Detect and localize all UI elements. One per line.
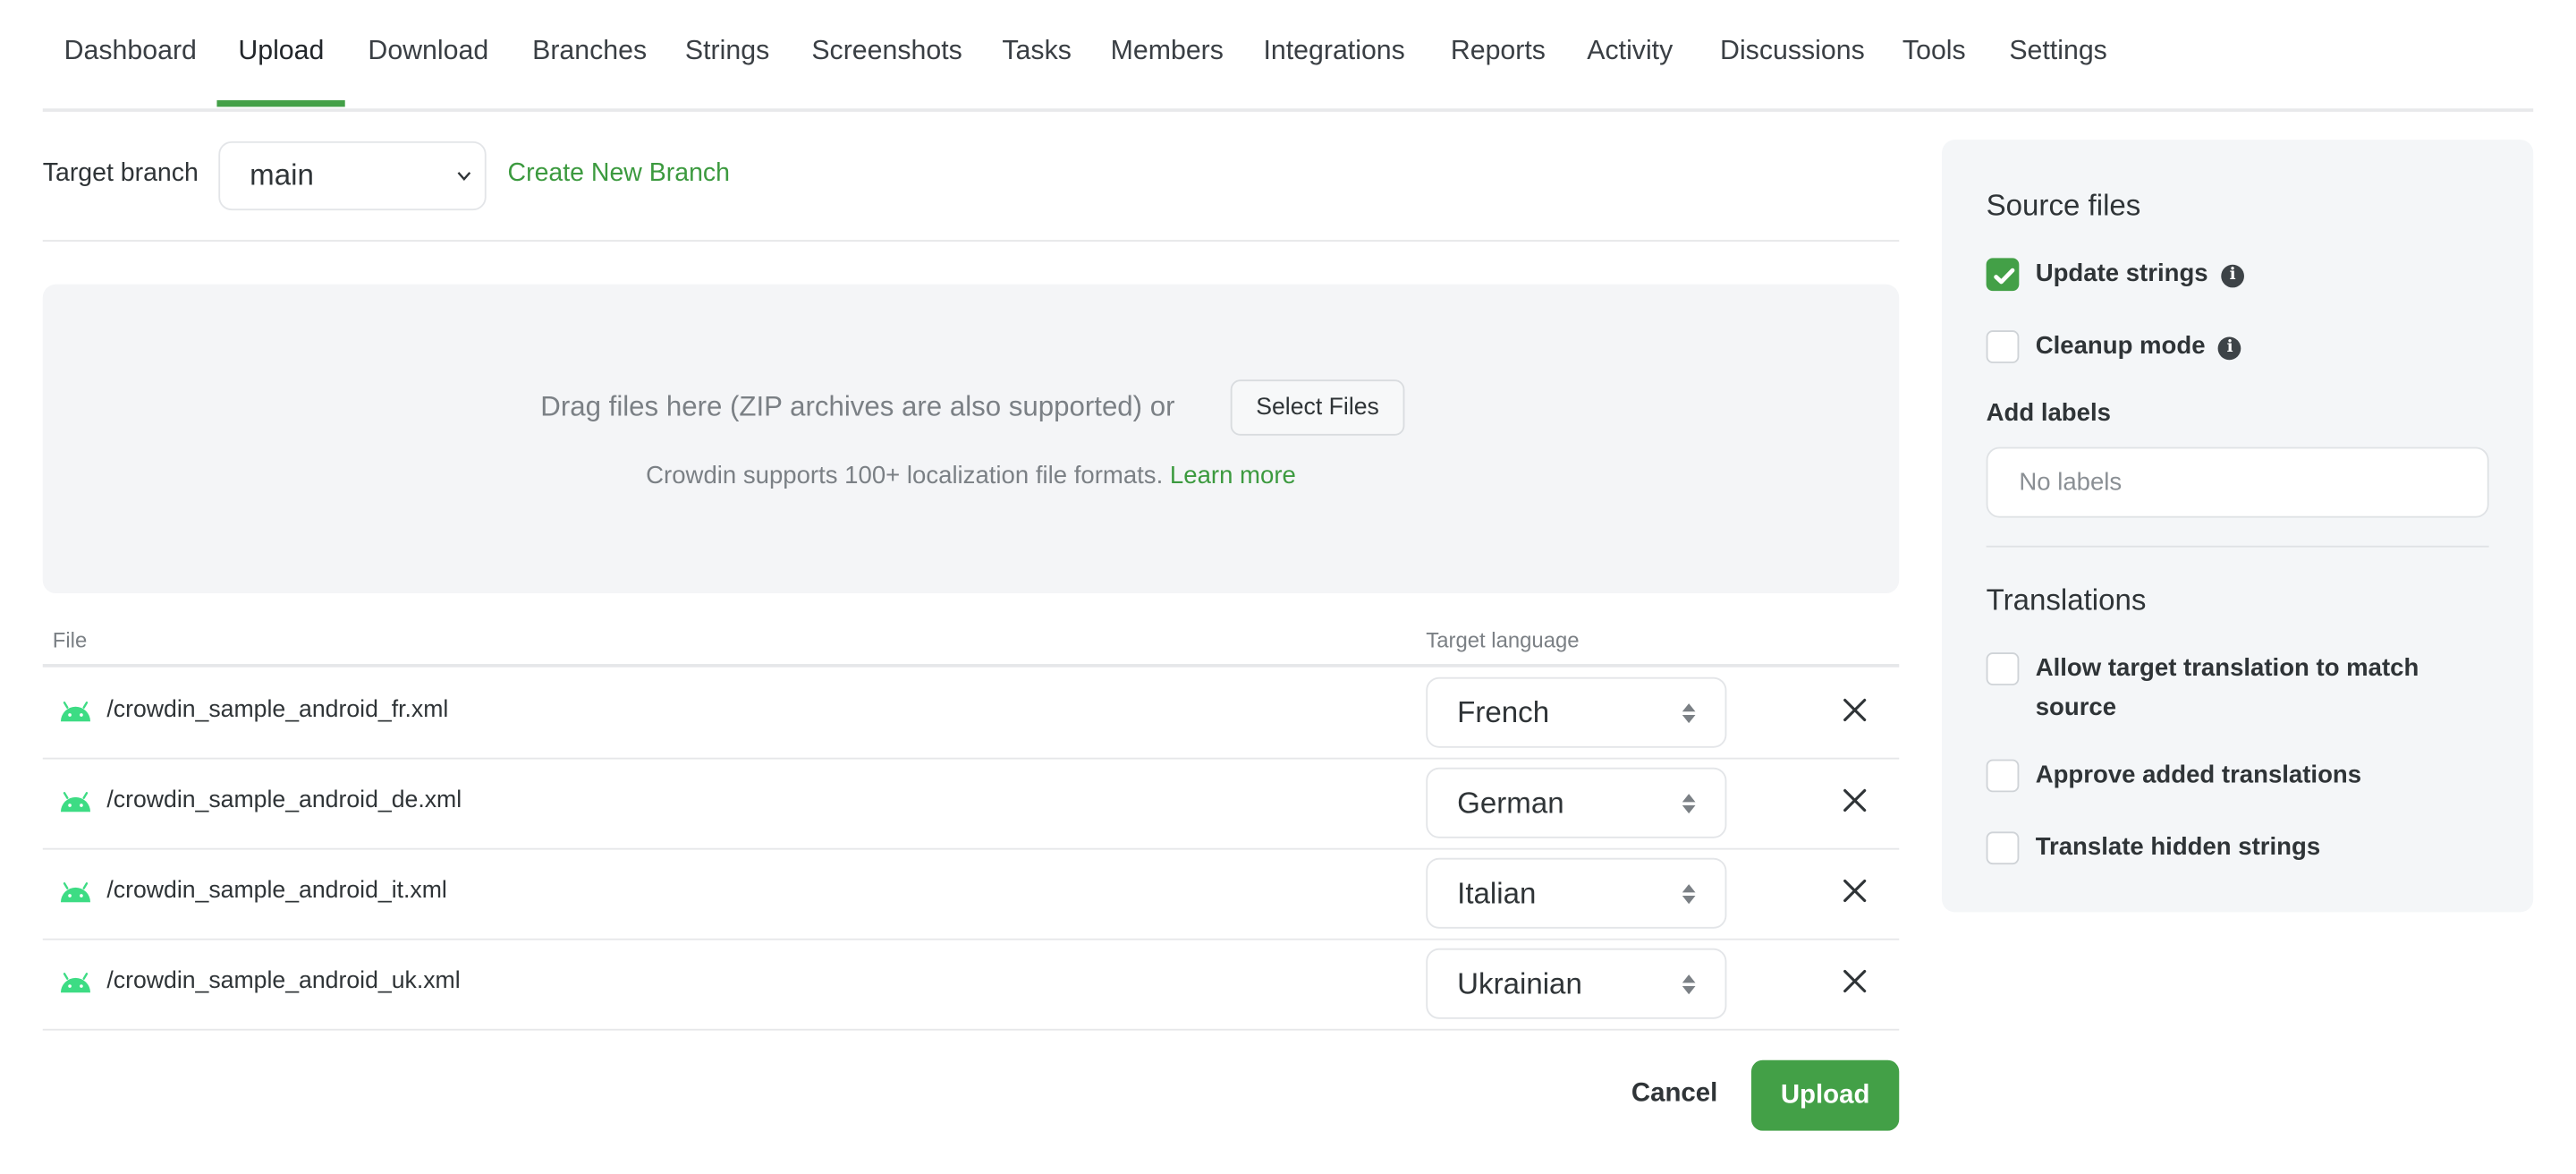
file-name: /crowdin_sample_android_uk.xml bbox=[106, 967, 461, 995]
tab-download[interactable]: Download bbox=[368, 36, 488, 67]
target-language-value: Italian bbox=[1457, 875, 1537, 909]
labels-input[interactable]: No labels bbox=[1986, 447, 2489, 518]
tab-tasks[interactable]: Tasks bbox=[1002, 36, 1071, 67]
tab-integrations[interactable]: Integrations bbox=[1263, 36, 1404, 67]
cleanup-mode-label: Cleanup mode i bbox=[2036, 328, 2241, 367]
chevron-down-icon bbox=[457, 172, 471, 182]
allow-match-checkbox[interactable] bbox=[1986, 652, 2020, 685]
tab-members[interactable]: Members bbox=[1111, 36, 1224, 67]
cleanup-mode-checkbox[interactable] bbox=[1986, 330, 2020, 363]
source-files-heading: Source files bbox=[1986, 189, 2141, 222]
info-icon[interactable]: i bbox=[2218, 336, 2241, 361]
remove-file-icon[interactable] bbox=[1840, 786, 1869, 815]
formats-text: Crowdin supports 100+ localization file … bbox=[646, 462, 1164, 490]
select-files-button[interactable]: Select Files bbox=[1230, 379, 1405, 436]
sort-arrows-icon bbox=[1682, 883, 1696, 904]
target-language-value: French bbox=[1457, 694, 1550, 728]
android-icon bbox=[60, 792, 91, 812]
tab-tools[interactable]: Tools bbox=[1902, 36, 1966, 67]
upload-options-panel: Source files Update strings i Cleanup mod… bbox=[1942, 140, 2534, 913]
dropzone-text: Drag files here (ZIP archives are also s… bbox=[540, 391, 1175, 423]
android-icon bbox=[60, 702, 91, 722]
sort-arrows-icon bbox=[1682, 702, 1696, 723]
labels-placeholder: No labels bbox=[2019, 468, 2123, 497]
target-language-select[interactable]: French bbox=[1426, 676, 1727, 748]
file-column-header: File bbox=[52, 627, 88, 653]
create-new-branch-link[interactable]: Create New Branch bbox=[508, 159, 730, 189]
target-language-select[interactable]: German bbox=[1426, 767, 1727, 838]
target-language-value: German bbox=[1457, 785, 1564, 819]
tab-discussions[interactable]: Discussions bbox=[1720, 36, 1865, 67]
sort-arrows-icon bbox=[1682, 793, 1696, 813]
sort-arrows-icon bbox=[1682, 974, 1696, 994]
translate-hidden-label: Translate hidden strings bbox=[2035, 833, 2321, 862]
translations-heading: Translations bbox=[1986, 583, 2147, 617]
file-row: /crowdin_sample_android_uk.xml Ukrainian bbox=[42, 939, 1900, 1031]
add-labels-heading: Add labels bbox=[1986, 399, 2111, 428]
tab-settings[interactable]: Settings bbox=[2009, 36, 2107, 67]
remove-file-icon[interactable] bbox=[1840, 695, 1869, 725]
file-name: /crowdin_sample_android_fr.xml bbox=[106, 696, 449, 724]
update-strings-label: Update strings i bbox=[2036, 255, 2245, 294]
translate-hidden-checkbox[interactable] bbox=[1986, 831, 2020, 865]
remove-file-icon[interactable] bbox=[1840, 876, 1869, 906]
divider bbox=[42, 240, 1900, 242]
tab-reports[interactable]: Reports bbox=[1451, 36, 1546, 67]
upload-button[interactable]: Upload bbox=[1750, 1059, 1900, 1131]
allow-match-label: Allow target translation to match source bbox=[2035, 654, 2419, 722]
target-language-select[interactable]: Italian bbox=[1426, 857, 1727, 929]
tab-upload[interactable]: Upload bbox=[238, 36, 324, 67]
target-language-select[interactable]: Ukrainian bbox=[1426, 948, 1727, 1019]
file-row: /crowdin_sample_android_fr.xml French bbox=[42, 668, 1900, 760]
project-nav: Dashboard Upload Download Branches Strin… bbox=[42, 0, 2534, 112]
android-icon bbox=[60, 882, 91, 903]
file-row: /crowdin_sample_android_de.xml German bbox=[42, 758, 1900, 850]
tab-screenshots[interactable]: Screenshots bbox=[811, 36, 962, 67]
remove-file-icon[interactable] bbox=[1840, 966, 1869, 996]
target-branch-value: main bbox=[250, 158, 314, 191]
file-name: /crowdin_sample_android_it.xml bbox=[106, 877, 447, 905]
approve-added-checkbox[interactable] bbox=[1986, 759, 2020, 793]
cancel-button[interactable]: Cancel bbox=[1631, 1080, 1717, 1110]
target-language-value: Ukrainian bbox=[1457, 966, 1582, 1000]
android-icon bbox=[60, 973, 91, 993]
file-dropzone[interactable]: Drag files here (ZIP archives are also s… bbox=[42, 284, 1900, 594]
divider bbox=[1986, 545, 2489, 548]
file-name: /crowdin_sample_android_de.xml bbox=[106, 787, 462, 814]
learn-more-link[interactable]: Learn more bbox=[1170, 462, 1296, 489]
target-branch-label: Target branch bbox=[42, 159, 199, 188]
info-icon[interactable]: i bbox=[2221, 264, 2245, 288]
checkmark-icon bbox=[1994, 268, 2015, 285]
approve-added-label: Approve added translations bbox=[2035, 761, 2362, 789]
tab-branches[interactable]: Branches bbox=[532, 36, 647, 67]
tab-activity[interactable]: Activity bbox=[1587, 36, 1673, 67]
file-row: /crowdin_sample_android_it.xml Italian bbox=[42, 848, 1900, 940]
target-branch-select[interactable]: main bbox=[218, 140, 487, 211]
update-strings-checkbox[interactable] bbox=[1986, 258, 2020, 292]
tab-dashboard[interactable]: Dashboard bbox=[64, 36, 197, 67]
tab-strings[interactable]: Strings bbox=[685, 36, 769, 67]
language-column-header: Target language bbox=[1426, 627, 1580, 653]
active-tab-indicator bbox=[216, 100, 345, 107]
